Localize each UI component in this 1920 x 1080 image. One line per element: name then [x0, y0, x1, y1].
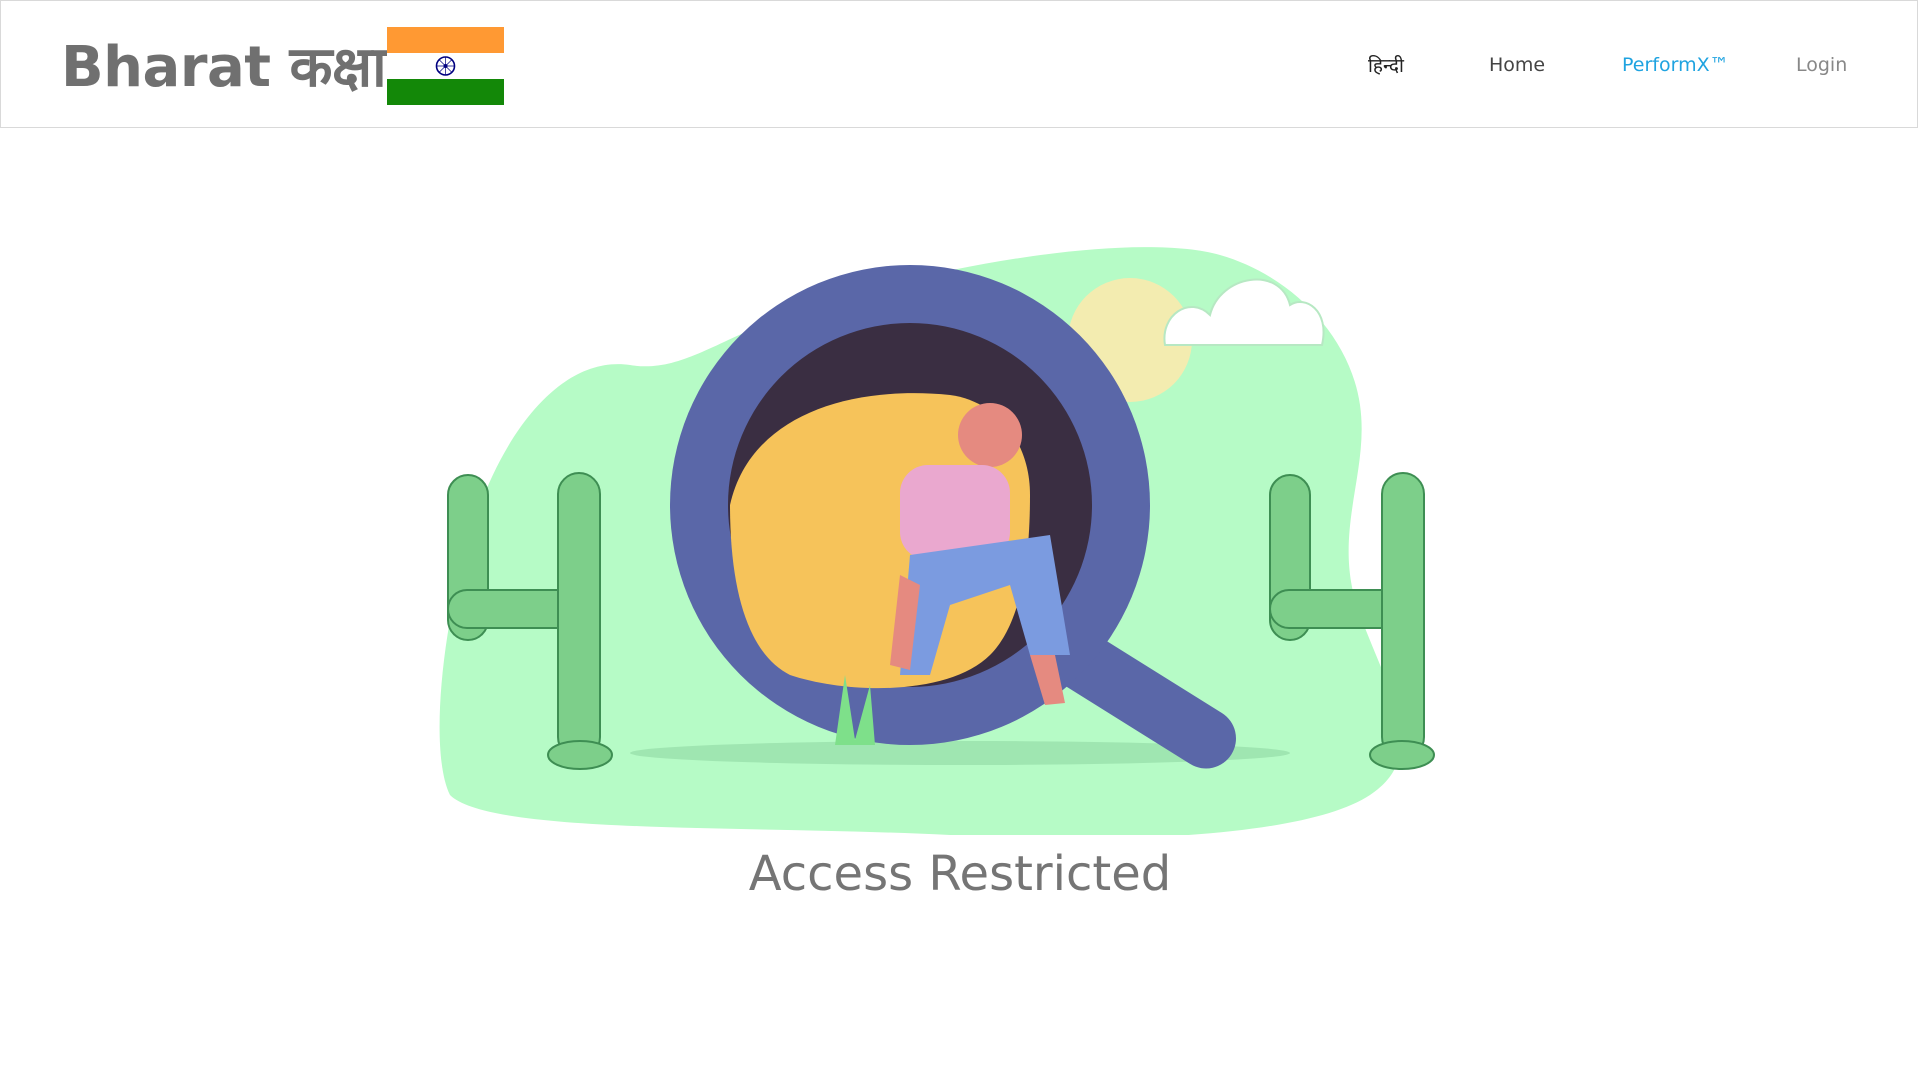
top-navbar: Bharat कक्षा हिन्दी Home PerformX™ Login [0, 0, 1918, 128]
nav-home-link[interactable]: Home [1489, 1, 1545, 129]
nav-login-link[interactable]: Login [1796, 1, 1847, 129]
brand-name: Bharat कक्षा [61, 35, 387, 100]
access-restricted-message: Access Restricted [748, 846, 1172, 902]
nav-hindi-link[interactable]: हिन्दी [1368, 1, 1404, 129]
404-illustration [439, 247, 1435, 835]
india-flag-icon [387, 27, 504, 105]
nav-performx-link[interactable]: PerformX™ [1622, 1, 1729, 129]
brand-logo[interactable]: Bharat कक्षा [61, 29, 387, 101]
